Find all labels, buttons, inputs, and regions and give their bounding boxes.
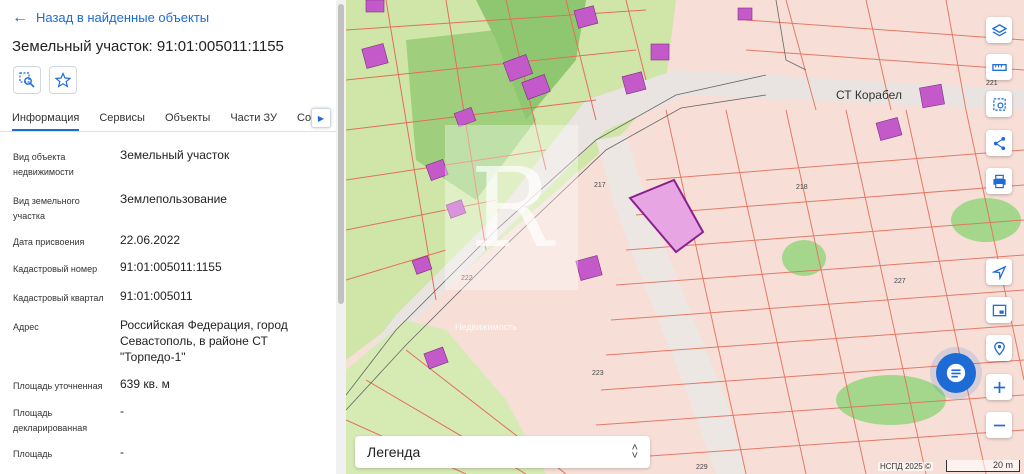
- select-area-button[interactable]: [986, 91, 1012, 117]
- map-copyright: НСПД 2025 ©: [878, 462, 933, 471]
- info-value: Российская Федерация, город Севастополь,…: [120, 318, 288, 364]
- parcel-number-label: 221: [986, 80, 998, 87]
- parcel-number-label: 227: [894, 278, 906, 285]
- tab-information[interactable]: Информация: [12, 104, 80, 131]
- zoom-in-button[interactable]: [986, 374, 1012, 400]
- info-label: Площадь уточненная: [13, 381, 103, 391]
- info-label: Адрес: [13, 322, 39, 332]
- map-area-label: СТ Корабел: [836, 88, 902, 102]
- back-to-results-link[interactable]: ← Назад в найденные объекты: [12, 8, 210, 26]
- chat-button[interactable]: [936, 353, 976, 393]
- object-info-panel: ← Назад в найденные объекты Земельный уч…: [0, 0, 336, 474]
- locate-me-button[interactable]: [986, 259, 1012, 285]
- info-label: Дата присвоения: [13, 237, 85, 247]
- find-on-map-button[interactable]: [13, 66, 41, 94]
- info-value[interactable]: 91:01:005011: [120, 288, 320, 304]
- info-label: Площадь декларированная: [13, 408, 88, 433]
- info-label: Кадастровый квартал: [13, 293, 104, 303]
- parcel-number-label: 217: [594, 182, 606, 189]
- legend-label: Легенда: [367, 444, 421, 460]
- legend-dropdown[interactable]: Легенда ˄ ˅: [355, 436, 650, 468]
- minimap-icon: [992, 304, 1006, 316]
- watermark-logo: R: [445, 125, 578, 290]
- print-icon: [992, 174, 1006, 188]
- tab-objects[interactable]: Объекты: [165, 104, 210, 130]
- star-icon: [55, 72, 71, 88]
- chat-icon: [946, 363, 966, 383]
- zoom-in-icon: [993, 381, 1005, 393]
- zoom-out-button[interactable]: [986, 412, 1012, 438]
- info-label: Кадастровый номер: [13, 264, 98, 274]
- layers-button[interactable]: [986, 17, 1012, 43]
- marker-button[interactable]: [986, 335, 1012, 361]
- map-scale-bar: 20 m: [946, 460, 1020, 472]
- locate-icon: [991, 265, 1006, 280]
- zoom-out-icon: [993, 424, 1005, 426]
- triangle-right-icon: ▶: [317, 113, 325, 123]
- marker-icon: [993, 341, 1005, 356]
- parcel-number-label: 218: [796, 184, 808, 191]
- info-value: Земельный участок: [120, 148, 230, 162]
- info-value: 639 кв. м: [120, 377, 170, 391]
- tabs-scroll-right-button[interactable]: ▶: [311, 108, 331, 128]
- tab-services[interactable]: Сервисы: [99, 104, 145, 130]
- info-value: -: [120, 404, 124, 418]
- watermark-caption: Недвижимость: [455, 322, 517, 332]
- tab-parcel-parts[interactable]: Части ЗУ: [230, 104, 277, 130]
- parcel-number-label: 229: [696, 464, 708, 471]
- info-label: Вид объекта недвижимости: [13, 152, 74, 177]
- info-value: Землепользование: [120, 192, 227, 206]
- info-label: Площадь: [13, 449, 53, 459]
- chevron-up-down-icon: ˄ ˅: [631, 442, 638, 462]
- share-icon: [993, 136, 1005, 150]
- minimap-button[interactable]: [986, 297, 1012, 323]
- info-value: 22.06.2022: [120, 233, 181, 247]
- info-value: -: [120, 445, 124, 459]
- search-area-icon: [19, 72, 35, 88]
- favorite-button[interactable]: [49, 66, 77, 94]
- layers-icon: [991, 23, 1007, 36]
- print-button[interactable]: [986, 168, 1012, 194]
- info-tabs: Информация Сервисы Объекты Части ЗУ Сост…: [0, 104, 336, 132]
- parcel-number-label: 223: [592, 370, 604, 377]
- info-label: Вид земельного участка: [13, 196, 80, 221]
- panel-scrollbar[interactable]: [336, 0, 346, 474]
- info-value[interactable]: 91:01:005011:1155: [120, 259, 320, 275]
- select-area-icon: [992, 97, 1006, 111]
- share-button[interactable]: [986, 130, 1012, 156]
- ruler-icon: [991, 63, 1007, 71]
- object-title: Земельный участок: 91:01:005011:1155: [12, 38, 284, 55]
- ruler-button[interactable]: [986, 54, 1012, 80]
- arrow-left-icon: ←: [12, 8, 28, 26]
- back-link-label: Назад в найденные объекты: [36, 10, 210, 25]
- scrollbar-thumb[interactable]: [338, 4, 344, 304]
